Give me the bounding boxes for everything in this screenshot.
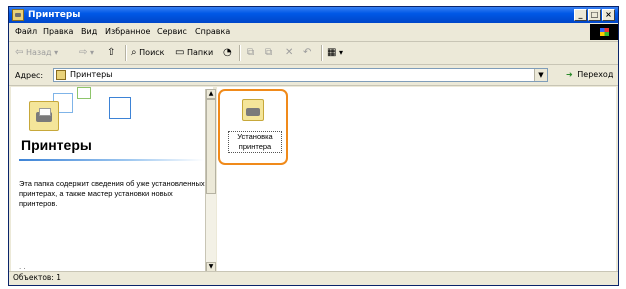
forward-dropdown-icon: ▾ <box>89 48 94 57</box>
address-dropdown-icon[interactable]: ▼ <box>534 69 547 81</box>
back-arrow-icon: ⇦ <box>15 47 24 58</box>
menu-favorites[interactable]: Избранное <box>105 27 150 36</box>
go-label: Переход <box>577 70 614 79</box>
menu-bar: Файл Правка Вид Избранное Сервис Справка <box>9 23 618 42</box>
toolbar-separator <box>125 45 127 61</box>
up-folder-button[interactable]: ⇧ <box>107 47 115 58</box>
scroll-thumb[interactable] <box>206 99 216 194</box>
search-button[interactable]: ⌕ Поиск <box>131 47 165 58</box>
toolbar: ⇦ Назад ▾ ⇨ ▾ ⇧ ⌕ Поиск ▭ Папки ◔ ⧉ ⧉ ✕ … <box>9 42 618 65</box>
printers-folder-icon <box>12 9 24 21</box>
add-printer-icon <box>242 99 264 121</box>
search-label: Поиск <box>139 48 165 57</box>
pane-more-text: . . <box>19 263 26 271</box>
go-arrow-icon: ➜ <box>566 70 573 79</box>
history-icon: ◔ <box>223 47 232 58</box>
delete-icon: ✕ <box>285 47 294 58</box>
forward-button[interactable]: ⇨ ▾ <box>79 47 94 58</box>
copy-to-button[interactable]: ⧉ <box>265 47 272 58</box>
back-button[interactable]: ⇦ Назад ▾ <box>15 47 58 58</box>
address-bar: Адрес: Принтеры ▼ ➜ Переход <box>9 65 618 86</box>
move-to-button[interactable]: ⧉ <box>247 47 254 58</box>
close-button[interactable]: × <box>602 9 615 21</box>
windows-logo-icon <box>590 24 618 40</box>
menu-edit[interactable]: Правка <box>43 27 73 36</box>
undo-button[interactable]: ↶ <box>303 47 311 58</box>
menu-tools[interactable]: Сервис <box>157 27 187 36</box>
move-to-icon: ⧉ <box>247 47 255 58</box>
folders-button[interactable]: ▭ Папки <box>175 47 213 58</box>
menu-view[interactable]: Вид <box>81 27 97 36</box>
menu-file[interactable]: Файл <box>15 27 37 36</box>
maximize-button[interactable]: □ <box>588 9 601 21</box>
delete-button[interactable]: ✕ <box>285 47 293 58</box>
views-dropdown-icon: ▾ <box>339 48 344 57</box>
task-pane-scrollbar[interactable]: ▲ ▼ <box>205 89 216 272</box>
pane-divider <box>19 159 204 161</box>
task-pane: Принтеры Эта папка содержит сведения об … <box>11 87 213 272</box>
status-bar: Объектов: 1 <box>9 271 618 285</box>
views-icon: ▦ <box>327 47 337 58</box>
go-button[interactable]: ➜ Переход <box>566 70 613 79</box>
search-icon: ⌕ <box>131 47 137 58</box>
minimize-button[interactable]: _ <box>574 9 587 21</box>
window-controls: _ □ × <box>574 9 615 21</box>
file-list: Установка принтера <box>217 87 616 272</box>
address-label: Адрес: <box>15 71 44 80</box>
add-printer-item[interactable]: Установка принтера <box>218 89 288 165</box>
decorative-square <box>109 97 131 119</box>
toolbar-separator <box>321 45 323 61</box>
printers-folder-icon <box>56 70 66 80</box>
undo-icon: ↶ <box>303 47 312 58</box>
history-button[interactable]: ◔ <box>223 47 232 58</box>
folders-label: Папки <box>187 48 214 57</box>
forward-arrow-icon: ⇨ <box>79 47 88 58</box>
pane-title: Принтеры <box>21 137 92 153</box>
back-label: Назад <box>25 48 52 57</box>
decorative-square <box>77 87 91 99</box>
back-dropdown-icon: ▾ <box>54 48 59 57</box>
toolbar-separator <box>239 45 241 61</box>
pane-description: Эта папка содержит сведения об уже устан… <box>19 179 205 208</box>
explorer-window: Принтеры _ □ × Файл Правка Вид Избранное… <box>8 6 619 286</box>
folders-icon: ▭ <box>175 47 185 58</box>
address-value: Принтеры <box>70 70 113 79</box>
window-title: Принтеры <box>28 10 81 20</box>
up-folder-icon: ⇧ <box>107 47 116 58</box>
add-printer-label: Установка принтера <box>228 131 282 153</box>
status-text: Объектов: 1 <box>13 273 62 282</box>
title-bar[interactable]: Принтеры _ □ × <box>9 7 618 23</box>
address-field[interactable]: Принтеры ▼ <box>53 68 548 82</box>
printer-folder-icon <box>29 101 59 131</box>
views-button[interactable]: ▦ ▾ <box>327 47 343 58</box>
scroll-up-icon[interactable]: ▲ <box>206 89 216 99</box>
menu-help[interactable]: Справка <box>195 27 230 36</box>
copy-to-icon: ⧉ <box>265 47 273 58</box>
